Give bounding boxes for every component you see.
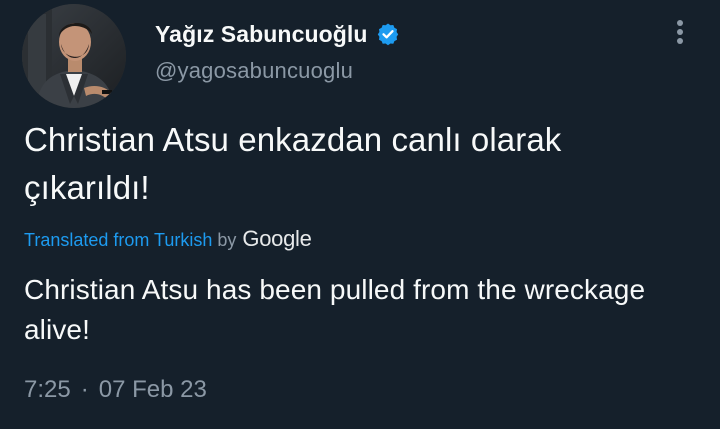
profile-photo (22, 4, 126, 108)
tweet-time[interactable]: 7:25 (24, 376, 71, 404)
display-name[interactable]: Yağız Sabuncuoğlu (155, 21, 368, 48)
tweet-date[interactable]: 07 Feb 23 (99, 376, 207, 404)
tweet-card: Yağız Sabuncuoğlu @yagosabuncuoglu Chris… (0, 0, 720, 429)
meta-separator: · (80, 376, 89, 403)
translated-from-link[interactable]: Translated from Turkish (24, 230, 212, 251)
display-name-row: Yağız Sabuncuoğlu (155, 18, 400, 50)
verified-badge-icon (376, 22, 400, 46)
translated-text: Christian Atsu has been pulled from the … (24, 274, 646, 345)
author-block: Yağız Sabuncuoğlu @yagosabuncuoglu (155, 18, 400, 84)
tweet-text: Christian Atsu enkazdan canlı olarak çık… (24, 121, 562, 206)
more-vertical-icon[interactable] (668, 14, 692, 50)
user-handle[interactable]: @yagosabuncuoglu (155, 58, 400, 84)
translation-by-label: by (217, 230, 237, 250)
google-logo: Google (242, 226, 312, 251)
tweet-timestamp: 7:25 · 07 Feb 23 (24, 376, 207, 404)
avatar[interactable] (22, 4, 126, 108)
translation-attribution: Translated from Turkish by Google (24, 226, 312, 252)
